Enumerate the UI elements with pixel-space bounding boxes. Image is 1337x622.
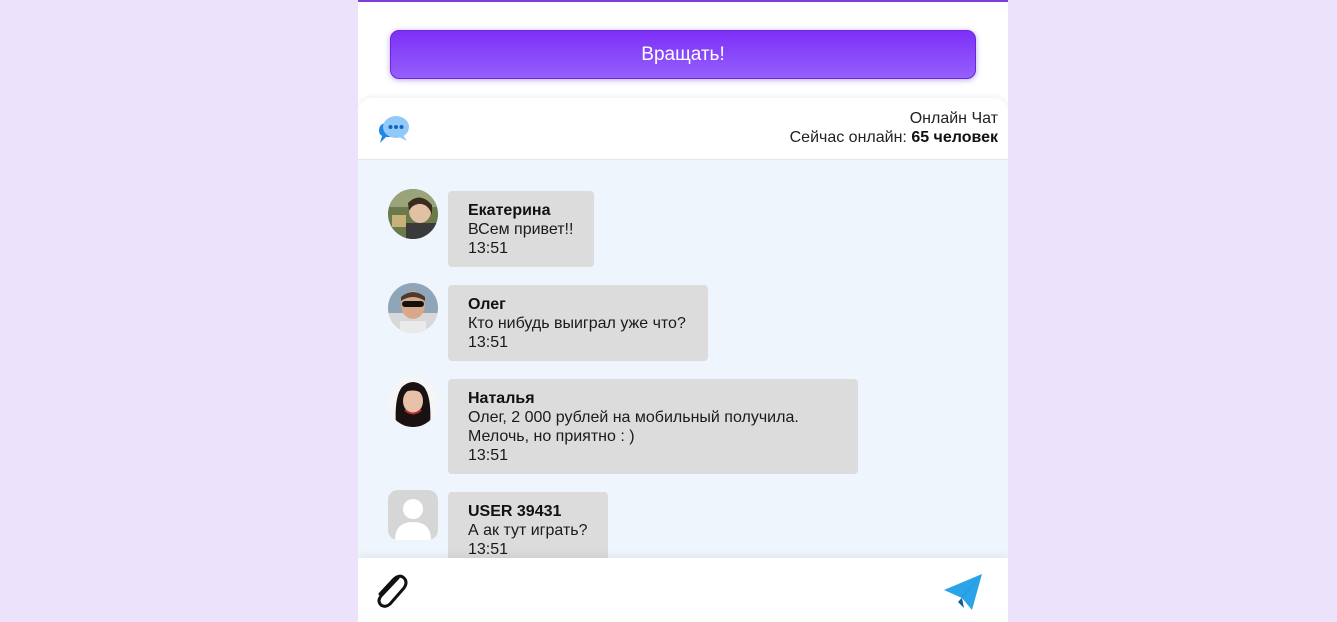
message-text: Кто нибудь выиграл уже что? [468,315,686,332]
message-list[interactable]: Екатерина ВСем привет!! 13:51 Олег Кто н [358,160,1008,558]
paperclip-icon[interactable] [370,570,408,610]
message-author: USER 39431 [468,503,562,520]
message-time: 13:51 [468,240,509,257]
message-input[interactable] [422,572,926,610]
avatar [388,283,438,333]
message-bubble: USER 39431 А ак тут играть? 13:51 [448,492,608,558]
avatar [388,189,438,239]
message-author: Олег [468,296,506,313]
online-status: Сейчас онлайн: 65 человек [790,128,998,147]
chat-widget: Вращать! Онлайн Чат Сейчас онлайн: 65 че… [358,0,1008,622]
spin-button[interactable]: Вращать! [390,30,976,79]
user-photo-icon [388,283,438,333]
avatar [388,490,438,540]
message-composer [358,558,1008,622]
chat-title: Онлайн Чат [909,110,998,127]
message-author: Екатерина [468,202,551,219]
default-user-icon [388,490,438,540]
chat-header: Онлайн Чат Сейчас онлайн: 65 человек [358,98,1008,160]
message-text: Мелочь, но приятно : ) [468,428,635,445]
user-photo-icon [388,189,438,239]
user-photo-icon [388,377,438,427]
message-text: Олег, 2 000 рублей на мобильный получила… [468,409,799,426]
online-prefix: Сейчас онлайн: [789,129,912,146]
paper-plane-icon[interactable] [942,572,984,612]
message-time: 13:51 [468,334,509,351]
message-text: ВСем привет!! [468,221,574,238]
message-bubble: Олег Кто нибудь выиграл уже что? 13:51 [448,285,708,361]
message-bubble: Наталья Олег, 2 000 рублей на мобильный … [448,379,858,474]
message-bubble: Екатерина ВСем привет!! 13:51 [448,191,594,267]
message-time: 13:51 [468,541,509,558]
avatar [388,377,438,427]
message-text: А ак тут играть? [468,522,588,539]
chat-bubble-icon [379,116,409,143]
message-author: Наталья [468,390,535,407]
chat-status: Онлайн Чат Сейчас онлайн: 65 человек [790,109,998,147]
top-divider [358,0,1008,2]
message-time: 13:51 [468,447,509,464]
online-count: 65 человек [911,129,998,146]
